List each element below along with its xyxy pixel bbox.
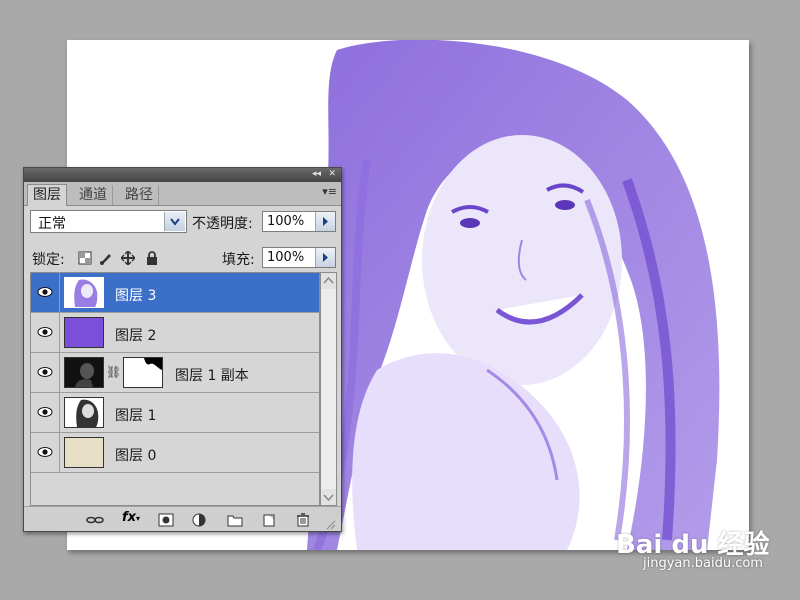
panel-tabs: 图层 通道 路径 ▾≡ bbox=[24, 182, 341, 206]
opacity-arrow-icon[interactable] bbox=[315, 212, 335, 231]
layer-name: 图层 1 bbox=[115, 408, 157, 424]
close-icon[interactable]: ✕ bbox=[328, 169, 336, 180]
new-group-icon[interactable] bbox=[227, 512, 243, 527]
chevron-down-icon[interactable] bbox=[164, 212, 185, 231]
lock-move-icon[interactable] bbox=[120, 250, 136, 266]
fill-label: 填充: bbox=[222, 252, 255, 268]
fill-arrow-icon[interactable] bbox=[315, 248, 335, 267]
layer-row-1[interactable]: 图层 1 bbox=[31, 393, 319, 433]
layer-thumbnail bbox=[64, 437, 104, 468]
resize-grip-icon[interactable] bbox=[324, 515, 340, 530]
blend-mode-select[interactable]: 正常 bbox=[30, 210, 187, 233]
layer-name: 图层 3 bbox=[115, 288, 157, 304]
lock-label: 锁定: bbox=[32, 252, 65, 268]
mask-link-icon[interactable]: ⛓ bbox=[106, 365, 121, 379]
fx-icon[interactable]: fx▾ bbox=[122, 510, 144, 525]
layers-panel: ◂◂ ✕ 图层 通道 路径 ▾≡ 正常 不透明度: 100% 锁定: 填充: 1… bbox=[23, 167, 342, 532]
layer-thumbnail bbox=[64, 357, 104, 388]
fill-value: 100% bbox=[267, 250, 305, 265]
layer-row-2[interactable]: 图层 2 bbox=[31, 313, 319, 353]
eye-icon bbox=[37, 367, 53, 377]
layer-thumbnail bbox=[64, 397, 104, 428]
visibility-toggle[interactable] bbox=[31, 273, 60, 313]
lock-brush-icon[interactable] bbox=[99, 250, 113, 265]
add-mask-icon[interactable] bbox=[158, 512, 174, 527]
panel-bottom-toolbar: fx▾ bbox=[24, 506, 341, 531]
layer-row-1-copy[interactable]: ⛓ 图层 1 副本 bbox=[31, 353, 319, 393]
panel-menu-icon[interactable]: ▾≡ bbox=[322, 185, 337, 198]
layer-thumbnail bbox=[64, 317, 104, 348]
opacity-field[interactable]: 100% bbox=[262, 211, 336, 232]
visibility-toggle[interactable] bbox=[31, 313, 60, 353]
new-layer-icon[interactable] bbox=[261, 512, 277, 527]
layer-name: 图层 0 bbox=[115, 448, 157, 464]
delete-layer-icon[interactable] bbox=[295, 512, 311, 527]
blend-mode-value: 正常 bbox=[38, 216, 66, 232]
fill-field[interactable]: 100% bbox=[262, 247, 336, 268]
eye-icon bbox=[37, 447, 53, 457]
layer-list-empty-area bbox=[31, 473, 319, 505]
layer-row-3[interactable]: 图层 3 bbox=[31, 273, 319, 313]
eye-icon bbox=[37, 287, 53, 297]
layer-name: 图层 2 bbox=[115, 328, 157, 344]
tab-paths[interactable]: 路径 bbox=[120, 185, 159, 205]
layer-name: 图层 1 副本 bbox=[175, 368, 249, 384]
link-layers-icon[interactable] bbox=[86, 512, 104, 526]
scroll-up-icon[interactable] bbox=[321, 273, 336, 289]
layer-thumbnail bbox=[64, 277, 104, 308]
collapse-icon[interactable]: ◂◂ bbox=[312, 169, 321, 180]
eye-icon bbox=[37, 327, 53, 337]
tab-layers[interactable]: 图层 bbox=[27, 184, 67, 206]
layer-row-0[interactable]: 图层 0 bbox=[31, 433, 319, 473]
lock-all-icon[interactable] bbox=[145, 250, 159, 265]
visibility-toggle[interactable] bbox=[31, 433, 60, 473]
scroll-down-icon[interactable] bbox=[321, 489, 336, 505]
adjustment-layer-icon[interactable] bbox=[192, 512, 208, 527]
lock-transparency-icon[interactable] bbox=[78, 250, 92, 265]
layer-mask-thumbnail[interactable] bbox=[123, 357, 163, 388]
eye-icon bbox=[37, 407, 53, 417]
layer-list-scrollbar[interactable] bbox=[320, 272, 337, 506]
panel-titlebar[interactable]: ◂◂ ✕ bbox=[24, 168, 341, 182]
visibility-toggle[interactable] bbox=[31, 393, 60, 433]
layer-list: 图层 3 图层 2 ⛓ 图层 1 副本 图层 1 图层 0 bbox=[30, 272, 320, 506]
opacity-value: 100% bbox=[267, 214, 305, 229]
opacity-label: 不透明度: bbox=[192, 216, 253, 232]
tab-channels[interactable]: 通道 bbox=[74, 185, 113, 205]
visibility-toggle[interactable] bbox=[31, 353, 60, 393]
baidu-watermark: Bai du 经验 jingyan.baidu.com bbox=[616, 524, 770, 574]
watermark-url: jingyan.baidu.com bbox=[643, 556, 763, 571]
